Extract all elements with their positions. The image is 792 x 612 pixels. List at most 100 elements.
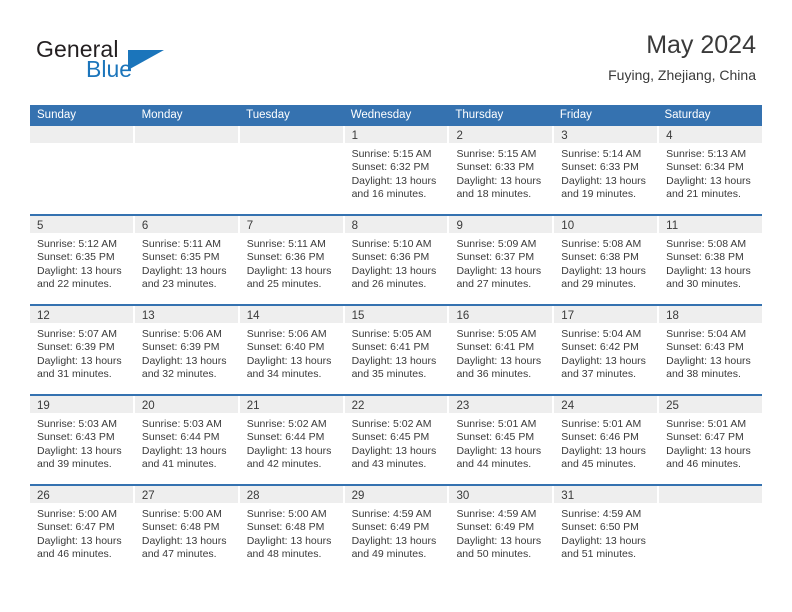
calendar-day-cell[interactable]: 18 Sunrise: 5:04 AM Sunset: 6:43 PM Dayligh… bbox=[659, 306, 763, 394]
day-number-band: 11 bbox=[659, 216, 763, 233]
calendar-day-cell[interactable]: 27 Sunrise: 5:00 AM Sunset: 6:48 PM Dayligh… bbox=[134, 486, 240, 574]
day-number: 17 bbox=[561, 310, 575, 322]
calendar-day-cell[interactable]: 25 Sunrise: 5:01 AM Sunset: 6:47 PM Dayligh… bbox=[659, 396, 763, 484]
sunset-text: Sunset: 6:44 PM bbox=[246, 431, 325, 444]
calendar-day-cell[interactable]: 22 Sunrise: 5:02 AM Sunset: 6:45 PM Dayligh… bbox=[344, 396, 450, 484]
day-details: Sunrise: 5:02 AM Sunset: 6:44 PM Daylight:… bbox=[240, 413, 343, 472]
day-number-band: 17 bbox=[554, 306, 658, 323]
day-number-band: 21 bbox=[239, 396, 343, 413]
day-details: Sunrise: 5:03 AM Sunset: 6:44 PM Daylight:… bbox=[135, 413, 238, 472]
sunrise-text: Sunrise: 5:10 AM bbox=[351, 238, 432, 250]
daylight-text: Daylight: 13 hours and 50 minutes. bbox=[456, 534, 542, 561]
calendar-day-cell[interactable]: 17 Sunrise: 5:04 AM Sunset: 6:42 PM Dayligh… bbox=[554, 306, 660, 394]
calendar-day-cell[interactable]: 28 Sunrise: 5:00 AM Sunset: 6:48 PM Dayligh… bbox=[239, 486, 345, 574]
sunrise-text: Sunrise: 5:11 AM bbox=[246, 238, 326, 250]
sunrise-text: Sunrise: 5:02 AM bbox=[351, 418, 432, 430]
day-details: Sunrise: 5:08 AM Sunset: 6:38 PM Daylight:… bbox=[554, 233, 657, 292]
day-number-band: 26 bbox=[30, 486, 133, 503]
weekday-header-tuesday: Tuesday bbox=[246, 109, 290, 121]
calendar-day-cell[interactable]: 10 Sunrise: 5:08 AM Sunset: 6:38 PM Dayligh… bbox=[554, 216, 660, 304]
calendar-day-cell[interactable]: 12 Sunrise: 5:07 AM Sunset: 6:39 PM Dayligh… bbox=[30, 306, 135, 394]
calendar-day-cell[interactable]: 19 Sunrise: 5:03 AM Sunset: 6:43 PM Dayligh… bbox=[30, 396, 135, 484]
day-number: 14 bbox=[246, 310, 260, 322]
location-subtitle: Fuying, Zhejiang, China bbox=[608, 67, 756, 83]
sunrise-text: Sunrise: 5:00 AM bbox=[37, 508, 117, 520]
sunset-text: Sunset: 6:47 PM bbox=[666, 431, 744, 444]
day-number-band: 2 bbox=[449, 126, 553, 143]
calendar-day-cell[interactable]: 21 Sunrise: 5:02 AM Sunset: 6:44 PM Dayligh… bbox=[239, 396, 345, 484]
daylight-text: Daylight: 13 hours and 27 minutes. bbox=[456, 264, 542, 291]
sunrise-text: Sunrise: 4:59 AM bbox=[456, 508, 537, 520]
daylight-text: Daylight: 13 hours and 37 minutes. bbox=[561, 354, 646, 381]
day-number: 5 bbox=[37, 220, 44, 232]
day-number-band: 31 bbox=[554, 486, 658, 503]
sunset-text: Sunset: 6:38 PM bbox=[666, 251, 744, 264]
daylight-text: Daylight: 13 hours and 25 minutes. bbox=[246, 264, 332, 291]
calendar-day-cell[interactable]: 15 Sunrise: 5:05 AM Sunset: 6:41 PM Dayligh… bbox=[344, 306, 450, 394]
calendar-day-cell[interactable]: 5 Sunrise: 5:12 AM Sunset: 6:35 PM Daylight… bbox=[30, 216, 135, 304]
day-details: Sunrise: 5:04 AM Sunset: 6:42 PM Daylight:… bbox=[554, 323, 657, 382]
sunset-text: Sunset: 6:34 PM bbox=[666, 161, 744, 174]
day-number: 13 bbox=[141, 310, 155, 322]
calendar-day-cell[interactable]: 9 Sunrise: 5:09 AM Sunset: 6:37 PM Daylight… bbox=[449, 216, 555, 304]
sunset-text: Sunset: 6:49 PM bbox=[456, 521, 535, 534]
page-title: May 2024 bbox=[646, 31, 756, 59]
daylight-text: Daylight: 13 hours and 30 minutes. bbox=[666, 264, 751, 291]
calendar-day-cell[interactable]: 3 Sunrise: 5:14 AM Sunset: 6:33 PM Daylight… bbox=[554, 126, 660, 214]
sunset-text: Sunset: 6:43 PM bbox=[37, 431, 115, 444]
calendar-day-cell[interactable]: 29 Sunrise: 4:59 AM Sunset: 6:49 PM Dayligh… bbox=[344, 486, 450, 574]
sunrise-text: Sunrise: 5:00 AM bbox=[246, 508, 327, 520]
calendar-day-cell[interactable]: 2 Sunrise: 5:15 AM Sunset: 6:33 PM Daylight… bbox=[449, 126, 555, 214]
day-details: Sunrise: 5:05 AM Sunset: 6:41 PM Daylight:… bbox=[345, 323, 448, 382]
day-details: Sunrise: 5:00 AM Sunset: 6:47 PM Daylight:… bbox=[30, 503, 133, 562]
calendar-day-cell[interactable]: 1 Sunrise: 5:15 AM Sunset: 6:32 PM Daylight… bbox=[344, 126, 450, 214]
calendar-day-cell[interactable]: 8 Sunrise: 5:10 AM Sunset: 6:36 PM Daylight… bbox=[344, 216, 450, 304]
day-number: 28 bbox=[246, 490, 260, 502]
calendar-day-cell-empty bbox=[239, 126, 345, 214]
day-number: 22 bbox=[351, 400, 365, 412]
day-number-band: 16 bbox=[449, 306, 553, 323]
daylight-text: Daylight: 13 hours and 26 minutes. bbox=[351, 264, 437, 291]
calendar-day-cell[interactable]: 30 Sunrise: 4:59 AM Sunset: 6:49 PM Dayligh… bbox=[449, 486, 555, 574]
day-number-band: 5 bbox=[30, 216, 133, 233]
calendar-day-cell[interactable]: 24 Sunrise: 5:01 AM Sunset: 6:46 PM Dayligh… bbox=[554, 396, 660, 484]
sunset-text: Sunset: 6:48 PM bbox=[141, 521, 220, 534]
calendar-day-cell-empty bbox=[30, 126, 135, 214]
day-number-band bbox=[134, 126, 238, 143]
calendar-day-cell[interactable]: 14 Sunrise: 5:06 AM Sunset: 6:40 PM Dayligh… bbox=[239, 306, 345, 394]
sunrise-text: Sunrise: 5:05 AM bbox=[456, 328, 537, 340]
day-number: 1 bbox=[351, 130, 358, 142]
calendar-day-cell[interactable]: 20 Sunrise: 5:03 AM Sunset: 6:44 PM Dayligh… bbox=[134, 396, 240, 484]
day-details: Sunrise: 5:01 AM Sunset: 6:47 PM Daylight:… bbox=[659, 413, 762, 472]
daylight-text: Daylight: 13 hours and 42 minutes. bbox=[246, 444, 332, 471]
weekday-header-wednesday: Wednesday bbox=[350, 109, 412, 121]
calendar-week-cells: 5 Sunrise: 5:12 AM Sunset: 6:35 PM Daylight… bbox=[30, 216, 763, 304]
weekday-header-friday: Friday bbox=[559, 109, 592, 121]
day-details: Sunrise: 5:00 AM Sunset: 6:48 PM Daylight:… bbox=[240, 503, 343, 562]
sunset-text: Sunset: 6:48 PM bbox=[246, 521, 325, 534]
calendar-day-cell[interactable]: 6 Sunrise: 5:11 AM Sunset: 6:35 PM Daylight… bbox=[134, 216, 240, 304]
day-details: Sunrise: 5:06 AM Sunset: 6:40 PM Daylight:… bbox=[240, 323, 343, 382]
calendar-day-cell[interactable]: 7 Sunrise: 5:11 AM Sunset: 6:36 PM Daylight… bbox=[239, 216, 345, 304]
calendar-day-cell[interactable]: 4 Sunrise: 5:13 AM Sunset: 6:34 PM Daylight… bbox=[659, 126, 763, 214]
sunset-text: Sunset: 6:43 PM bbox=[666, 341, 744, 354]
calendar-day-cell[interactable]: 11 Sunrise: 5:08 AM Sunset: 6:38 PM Dayligh… bbox=[659, 216, 763, 304]
day-number-band: 3 bbox=[554, 126, 658, 143]
day-number: 21 bbox=[246, 400, 260, 412]
daylight-text: Daylight: 13 hours and 18 minutes. bbox=[456, 174, 542, 201]
day-number: 18 bbox=[666, 310, 679, 322]
day-details: Sunrise: 5:11 AM Sunset: 6:36 PM Daylight:… bbox=[240, 233, 343, 292]
day-number-band bbox=[239, 126, 343, 143]
sunset-text: Sunset: 6:39 PM bbox=[37, 341, 115, 354]
calendar-day-cell[interactable]: 23 Sunrise: 5:01 AM Sunset: 6:45 PM Dayligh… bbox=[449, 396, 555, 484]
daylight-text: Daylight: 13 hours and 39 minutes. bbox=[37, 444, 122, 471]
calendar-day-cell[interactable]: 31 Sunrise: 4:59 AM Sunset: 6:50 PM Dayligh… bbox=[554, 486, 660, 574]
day-number-band: 28 bbox=[239, 486, 343, 503]
daylight-text: Daylight: 13 hours and 31 minutes. bbox=[37, 354, 122, 381]
calendar-day-cell[interactable]: 26 Sunrise: 5:00 AM Sunset: 6:47 PM Dayligh… bbox=[30, 486, 135, 574]
sunrise-text: Sunrise: 5:03 AM bbox=[37, 418, 117, 430]
day-details: Sunrise: 5:05 AM Sunset: 6:41 PM Daylight:… bbox=[449, 323, 552, 382]
calendar-day-cell[interactable]: 16 Sunrise: 5:05 AM Sunset: 6:41 PM Dayligh… bbox=[449, 306, 555, 394]
calendar-day-cell[interactable]: 13 Sunrise: 5:06 AM Sunset: 6:39 PM Dayligh… bbox=[134, 306, 240, 394]
day-number-band: 29 bbox=[344, 486, 448, 503]
